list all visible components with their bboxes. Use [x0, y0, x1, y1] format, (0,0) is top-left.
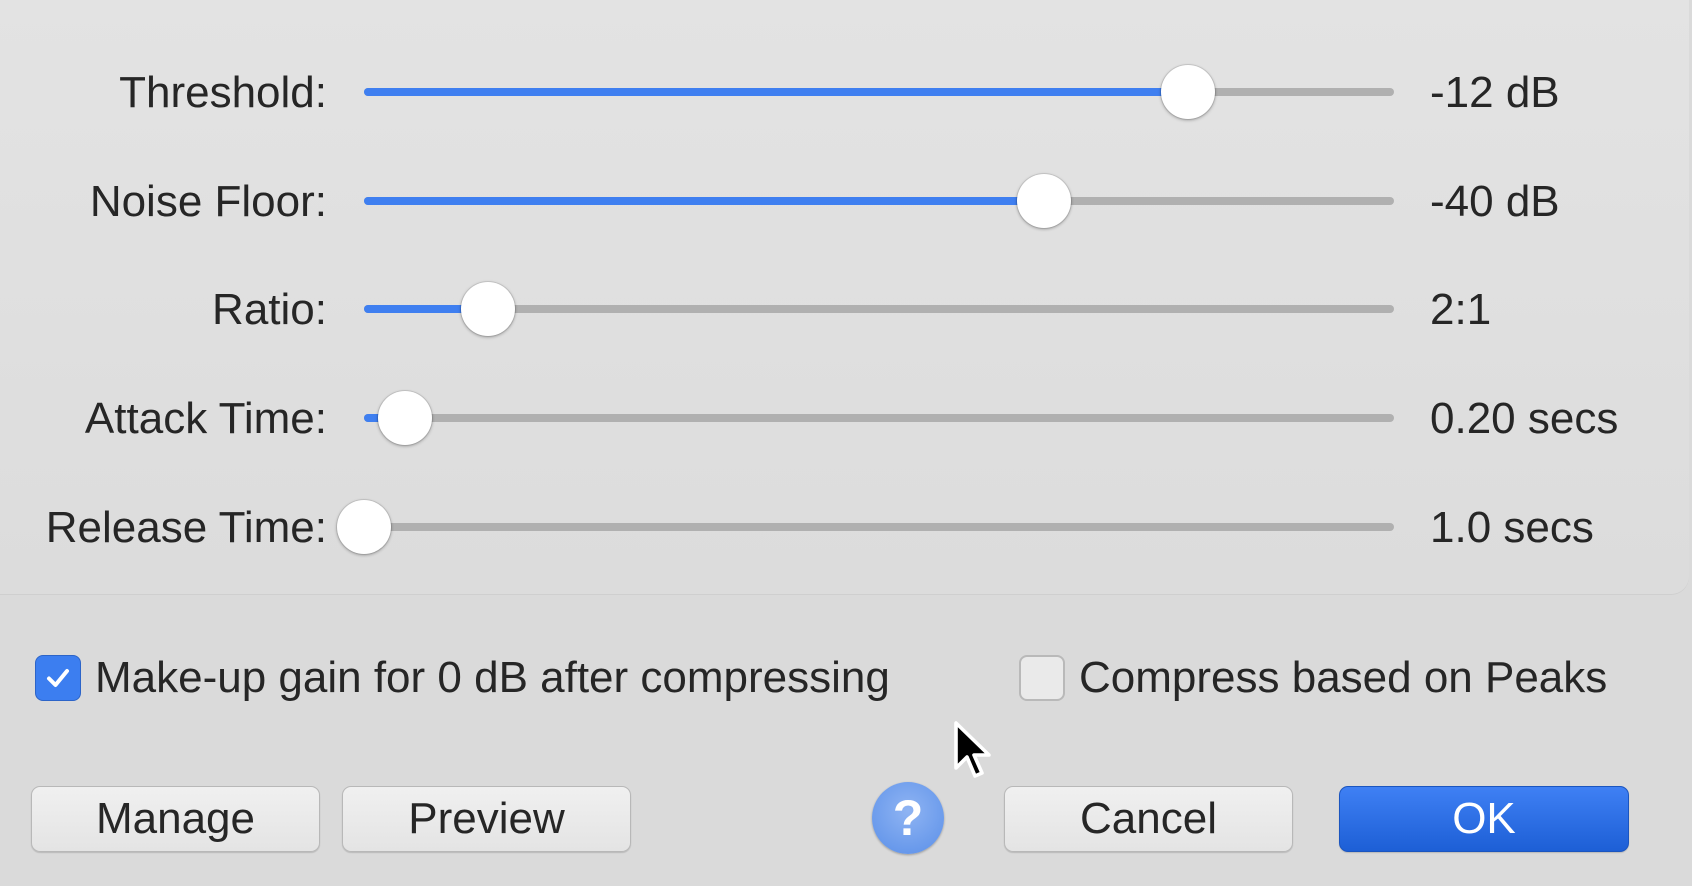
ratio-row: Ratio: 2:1	[0, 270, 1692, 350]
makeup-gain-label: Make-up gain for 0 dB after compressing	[95, 653, 890, 702]
noise-floor-label: Noise Floor:	[89, 177, 327, 226]
cancel-button[interactable]: Cancel	[1004, 786, 1293, 852]
ok-button[interactable]: OK	[1339, 786, 1629, 852]
release-time-slider-thumb[interactable]	[337, 500, 391, 554]
release-time-value: 1.0 secs	[1430, 503, 1594, 552]
attack-time-slider[interactable]	[364, 391, 1394, 445]
noise-floor-row: Noise Floor: -40 dB	[0, 162, 1692, 242]
ratio-slider-thumb[interactable]	[460, 282, 515, 336]
compress-peaks-label: Compress based on Peaks	[1079, 653, 1608, 702]
preview-button[interactable]: Preview	[342, 786, 631, 852]
noise-floor-slider-fill	[364, 197, 1044, 205]
mouse-pointer-icon	[954, 721, 991, 778]
attack-time-row: Attack Time: 0.20 secs	[0, 379, 1692, 459]
compress-peaks-option[interactable]: Compress based on Peaks	[1019, 648, 1607, 708]
release-time-slider[interactable]	[337, 500, 1394, 554]
attack-time-slider-thumb[interactable]	[378, 391, 433, 445]
makeup-gain-option[interactable]: Make-up gain for 0 dB after compressing	[35, 648, 890, 708]
settings-panel: Threshold: -12 dB Noise Floor: -40 dB Ra…	[0, 0, 1689, 594]
noise-floor-slider[interactable]	[364, 174, 1394, 228]
threshold-slider[interactable]	[364, 65, 1394, 119]
question-icon: ?	[892, 790, 924, 846]
checkmark-icon	[47, 669, 69, 687]
compressor-dialog: Threshold: -12 dB Noise Floor: -40 dB Ra…	[0, 0, 1692, 886]
release-time-row: Release Time: 1.0 secs	[0, 488, 1692, 568]
release-time-label: Release Time:	[45, 503, 327, 552]
threshold-row: Threshold: -12 dB	[0, 53, 1692, 133]
threshold-value: -12 dB	[1430, 68, 1560, 117]
threshold-label: Threshold:	[119, 68, 327, 117]
makeup-gain-checkbox[interactable]	[35, 655, 81, 701]
attack-time-value: 0.20 secs	[1430, 394, 1619, 443]
attack-time-label: Attack Time:	[84, 394, 327, 443]
ratio-label: Ratio:	[212, 285, 327, 334]
threshold-slider-fill	[364, 88, 1188, 96]
ratio-slider[interactable]	[364, 282, 1394, 336]
help-button[interactable]: ?	[872, 782, 944, 854]
noise-floor-value: -40 dB	[1430, 177, 1560, 226]
compress-peaks-checkbox[interactable]	[1019, 655, 1065, 701]
manage-button[interactable]: Manage	[31, 786, 320, 852]
noise-floor-slider-thumb[interactable]	[1016, 174, 1071, 228]
ratio-value: 2:1	[1430, 285, 1492, 334]
threshold-slider-thumb[interactable]	[1161, 65, 1215, 119]
